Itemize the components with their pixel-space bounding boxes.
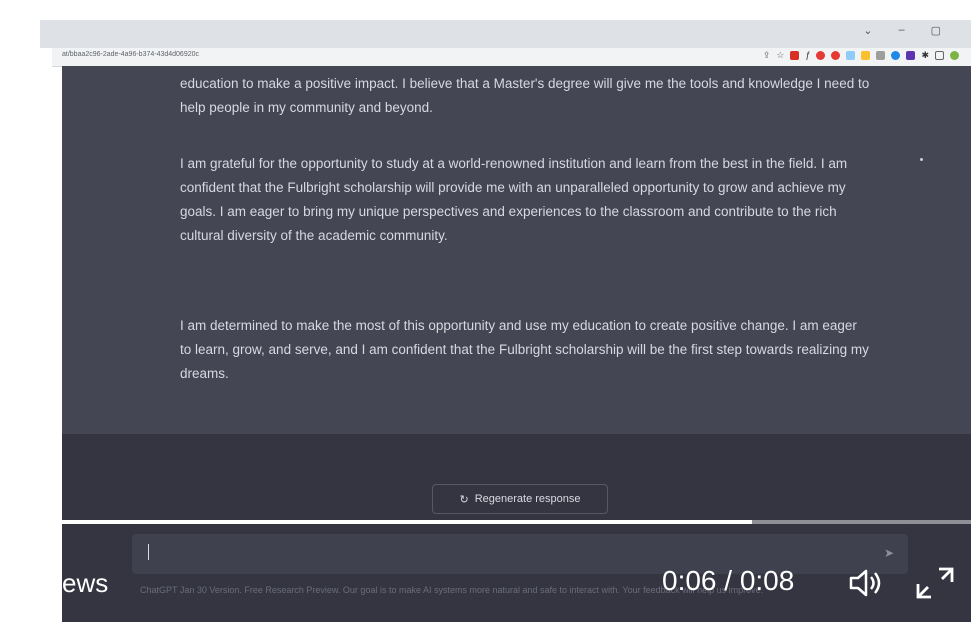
extension-red-icon[interactable] [790, 50, 800, 60]
extension-stop-icon[interactable] [831, 50, 841, 60]
caption-fragment: ews [62, 568, 109, 598]
refresh-icon: ↻ [459, 493, 469, 506]
scroll-dot [920, 158, 923, 161]
message-paragraph-2: I am grateful for the opportunity to stu… [180, 156, 848, 243]
extension-feather-icon[interactable]: ƒ [805, 50, 810, 60]
extension-drive-icon[interactable] [861, 50, 871, 60]
regenerate-label: Regenerate response [474, 493, 581, 505]
footer-disclaimer: ChatGPT Jan 30 Version. Free Research Pr… [140, 585, 764, 595]
extension-purple-icon[interactable] [906, 50, 916, 60]
video-progress-fill [60, 520, 753, 524]
browser-tab-strip: ⌄ – ▢ [40, 20, 971, 48]
extension-image-icon[interactable] [876, 50, 886, 60]
text-caret [148, 544, 149, 560]
avatar[interactable] [950, 50, 959, 60]
message-paragraph-1: education to make a positive impact. I b… [180, 76, 870, 115]
window-controls[interactable]: ⌄ – ▢ [863, 24, 941, 37]
minimize-icon[interactable]: – [898, 24, 904, 37]
fullscreen-icon[interactable] [915, 566, 955, 605]
volume-icon[interactable] [848, 566, 888, 605]
share-icon[interactable]: ⇪ [763, 50, 771, 60]
video-progress-bar[interactable] [60, 520, 971, 524]
maximize-icon[interactable]: ▢ [931, 24, 941, 37]
sidepanel-icon[interactable] [935, 50, 944, 60]
message-paragraph-3: I am determined to make the most of this… [180, 318, 869, 381]
extension-blue-icon[interactable] [891, 50, 901, 60]
extension-opera-icon[interactable] [816, 50, 826, 60]
regenerate-response-button[interactable]: ↻ Regenerate response [432, 484, 608, 514]
puzzle-icon[interactable]: ✱ [921, 50, 929, 60]
minimize-chevron-icon[interactable]: ⌄ [863, 24, 872, 37]
video-time: 0:06 / 0:08 [662, 565, 795, 596]
bookmark-star-icon[interactable]: ☆ [776, 50, 784, 60]
assistant-message-area: education to make a positive impact. I b… [62, 66, 971, 434]
url-text[interactable]: at/bbaa2c96-2ade-4a96-b374-43d4d06920c [62, 51, 199, 58]
extension-toolbar: ⇪ ☆ ƒ ✱ [763, 50, 959, 60]
send-icon[interactable]: ➤ [884, 546, 894, 560]
extension-doc-icon[interactable] [846, 50, 856, 60]
address-bar[interactable]: at/bbaa2c96-2ade-4a96-b374-43d4d06920c ⇪… [52, 48, 971, 67]
